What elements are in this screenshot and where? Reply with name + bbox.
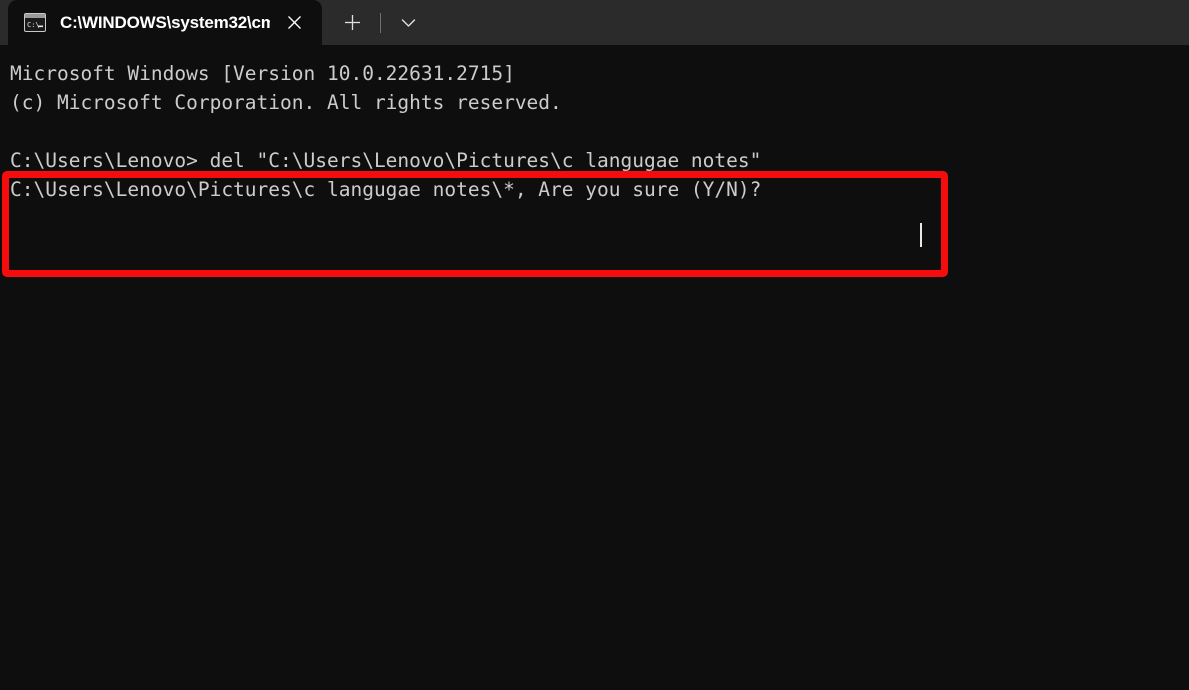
terminal-banner-line-2: (c) Microsoft Corporation. All rights re… (10, 91, 562, 114)
text-cursor (920, 223, 922, 247)
chevron-down-icon[interactable] (391, 0, 425, 45)
tab-strip: C:\ C:\WINDOWS\system32\cmd. (0, 0, 425, 45)
terminal-prompt-line: C:\Users\Lenovo\Pictures\c langugae note… (10, 178, 774, 201)
terminal-command-line: C:\Users\Lenovo> del "C:\Users\Lenovo\Pi… (10, 149, 762, 172)
new-tab-button[interactable] (334, 0, 370, 45)
svg-text:C:\: C:\ (27, 21, 40, 29)
tab-close-icon[interactable] (280, 9, 308, 37)
cmd-window: C:\ C:\WINDOWS\system32\cmd. Microsoft W… (0, 0, 1189, 690)
cmd-console-icon: C:\ (24, 13, 46, 32)
tab-title: C:\WINDOWS\system32\cmd. (60, 12, 270, 32)
tabbar-separator (380, 13, 381, 33)
title-bar: C:\ C:\WINDOWS\system32\cmd. (0, 0, 1189, 45)
terminal-banner-line-1: Microsoft Windows [Version 10.0.22631.27… (10, 62, 515, 85)
terminal-output[interactable]: Microsoft Windows [Version 10.0.22631.27… (0, 45, 1189, 690)
tab-cmd[interactable]: C:\ C:\WINDOWS\system32\cmd. (8, 0, 322, 45)
